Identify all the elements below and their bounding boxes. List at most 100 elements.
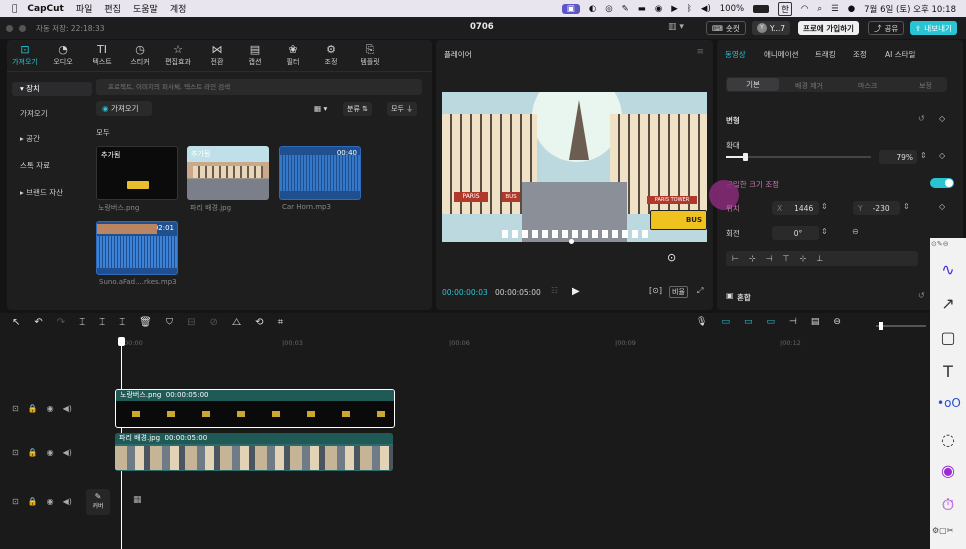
y-stepper-icon[interactable]: ⇕ xyxy=(903,202,910,211)
reset-icon[interactable]: ↺ xyxy=(918,114,925,123)
align-right-icon[interactable]: ⊣ xyxy=(766,254,783,263)
eye-icon[interactable]: ◉ xyxy=(47,448,54,457)
clip-paris[interactable]: 파리 배경.jpg 00:00:05:00 xyxy=(115,433,393,471)
volume-icon[interactable]: ◀) xyxy=(701,4,711,14)
status-icon-3[interactable]: ✎ xyxy=(622,4,629,14)
record-icon[interactable]: ⊙ xyxy=(667,251,676,264)
align-hcenter-icon[interactable]: ⊹ xyxy=(749,254,766,263)
track-type-icon[interactable]: ⊡ xyxy=(12,404,19,413)
status-icon-1[interactable]: ◐ xyxy=(589,4,596,14)
tool-text[interactable]: TI 텍스트 xyxy=(84,43,120,69)
preview-canvas[interactable]: PARIS BUS PARIS TOWER BUS xyxy=(442,92,707,242)
play-button[interactable]: ▶ xyxy=(572,286,580,297)
clock[interactable]: 7월 6일 (토) 오후 10:18 xyxy=(864,3,956,15)
subtab-enhance[interactable]: 보정 xyxy=(919,81,932,91)
volume-icon[interactable]: ◀) xyxy=(63,448,72,457)
eye-icon[interactable]: ◉ xyxy=(47,404,54,413)
canvas-anchor-handle[interactable] xyxy=(569,239,574,244)
keyframe-icon[interactable]: ◇ xyxy=(939,202,945,211)
tool-effects[interactable]: ☆ 편집효과 xyxy=(160,43,196,69)
tool-template[interactable]: ⎘ 템플릿 xyxy=(352,43,388,69)
lock-icon[interactable]: 🔒 xyxy=(28,404,38,413)
screen-record-icon[interactable]: ▣ xyxy=(561,3,580,14)
menu-help[interactable]: 도움말 xyxy=(133,2,158,15)
media-item-bus[interactable]: 추가됨 xyxy=(96,146,178,200)
project-title[interactable]: 0706 xyxy=(470,22,494,32)
reset-icon[interactable]: ↺ xyxy=(918,291,925,300)
blend-checkbox-icon[interactable]: ▣ xyxy=(726,291,734,300)
volume-icon[interactable]: ◀) xyxy=(63,404,72,413)
text-tool-icon[interactable]: T xyxy=(937,362,959,381)
split-view-icon[interactable]: ⊣ xyxy=(789,317,811,327)
track-type-icon[interactable]: ⊡ xyxy=(12,448,19,457)
shortcut-button[interactable]: ⌨ 숏컷 xyxy=(706,21,746,35)
clip-bus[interactable]: 노랑버스.png 00:00:05:00 xyxy=(115,389,395,428)
refresh-tool-icon[interactable]: ◌ xyxy=(937,430,959,449)
zoom-knob[interactable] xyxy=(879,322,883,330)
play-icon[interactable]: ▶ xyxy=(671,4,678,14)
eye-icon[interactable]: ◉ xyxy=(47,497,54,506)
scale-stepper-icon[interactable]: ⇕ xyxy=(920,151,927,160)
media-item-paris[interactable]: 추가됨 xyxy=(187,146,269,200)
redo-icon[interactable]: ↷ xyxy=(57,317,79,328)
share-button[interactable]: ⤴ 공유 xyxy=(868,21,905,35)
rotate-stepper-icon[interactable]: ⇕ xyxy=(821,227,828,236)
filter-all-button[interactable]: 모두 ⏚ xyxy=(387,102,418,116)
shield-icon[interactable]: ⛉ xyxy=(166,317,187,328)
timer-icon[interactable]: ⏱ xyxy=(937,495,959,515)
lock-icon[interactable]: 🔒 xyxy=(28,448,38,457)
align-vcenter-icon[interactable]: ⊹ xyxy=(800,254,817,263)
split-left-icon[interactable]: ⌶ xyxy=(99,317,119,328)
media-item-suno[interactable]: 02:01 xyxy=(96,221,178,275)
tab-adjust[interactable]: 조정 xyxy=(853,49,867,60)
rotate-icon[interactable]: ⟲ xyxy=(255,317,277,328)
tool-audio[interactable]: ◔ 오디오 xyxy=(45,43,81,69)
caption-track-icon[interactable]: ▤ xyxy=(811,317,834,327)
uniform-scale-toggle[interactable] xyxy=(930,178,954,188)
tool-sticker[interactable]: ◷ 스티커 xyxy=(122,43,158,69)
x-stepper-icon[interactable]: ⇕ xyxy=(821,202,828,211)
align-top-icon[interactable]: ⊤ xyxy=(783,254,800,263)
zoom-out-icon[interactable]: ⊖ xyxy=(833,317,855,327)
magnet-icon[interactable]: ▭ xyxy=(721,317,744,327)
align-bottom-icon[interactable]: ⊥ xyxy=(816,254,833,263)
pro-signup-button[interactable]: 프로에 가입하기 xyxy=(798,21,859,35)
crop-icon[interactable]: ⌗ xyxy=(278,317,298,328)
tab-ai-style[interactable]: AI 스타일 xyxy=(885,49,915,60)
rectangle-tool-icon[interactable]: ▢ xyxy=(937,328,959,347)
mic-icon[interactable]: 🎙 xyxy=(696,317,721,327)
undo-icon[interactable]: ↶ xyxy=(34,317,56,328)
import-button[interactable]: ◉ 가져오기 xyxy=(96,101,152,116)
fit-icon[interactable]: [⊙] xyxy=(649,286,662,295)
tool-import[interactable]: ⊡ 가져오기 xyxy=(7,43,43,69)
counter-tool-icon[interactable]: •oO xyxy=(937,396,961,410)
tool-adjust[interactable]: ⚙ 조정 xyxy=(313,43,349,69)
airdrop-icon[interactable]: ◉ xyxy=(655,4,662,14)
status-icon-2[interactable]: ◎ xyxy=(605,4,612,14)
menu-account[interactable]: 계정 xyxy=(170,2,187,15)
link-icon[interactable]: ▭ xyxy=(744,317,767,327)
spotlight-icon[interactable]: ⌕ xyxy=(817,4,822,14)
grid-icon[interactable]: ☷ xyxy=(551,286,558,295)
tab-animation[interactable]: 애니메이션 xyxy=(764,49,799,60)
siri-icon[interactable]: ● xyxy=(848,4,855,14)
tool-transition[interactable]: ⋈ 전환 xyxy=(199,43,235,69)
status-icon-4[interactable]: ▬ xyxy=(638,4,646,14)
export-button[interactable]: ⇪ 내보내기 xyxy=(910,21,957,35)
bluetooth-icon[interactable]: ᛒ xyxy=(687,4,692,14)
tab-tracking[interactable]: 트래킹 xyxy=(815,49,836,60)
app-menu[interactable]: CapCut xyxy=(27,4,63,14)
nav-device[interactable]: ▾ 장치 xyxy=(12,82,92,96)
tab-video[interactable]: 동영상 xyxy=(725,49,746,60)
position-x-input[interactable]: X 1446 xyxy=(772,201,819,215)
track-type-icon[interactable]: ⊡ xyxy=(12,497,19,506)
scale-slider-knob[interactable] xyxy=(742,153,748,161)
keyframe-icon[interactable]: ◇ xyxy=(939,151,945,160)
ratio-button[interactable]: 비율 xyxy=(669,286,688,298)
view-toggle-button[interactable]: ▦ ▾ xyxy=(314,104,327,113)
position-y-input[interactable]: Y -230 xyxy=(853,201,900,215)
wifi-icon[interactable]: ◠ xyxy=(801,4,808,14)
subtab-basic[interactable]: 기본 xyxy=(727,78,779,91)
menu-edit[interactable]: 편집 xyxy=(104,2,121,15)
delete-icon[interactable]: 🗑 xyxy=(139,317,166,328)
